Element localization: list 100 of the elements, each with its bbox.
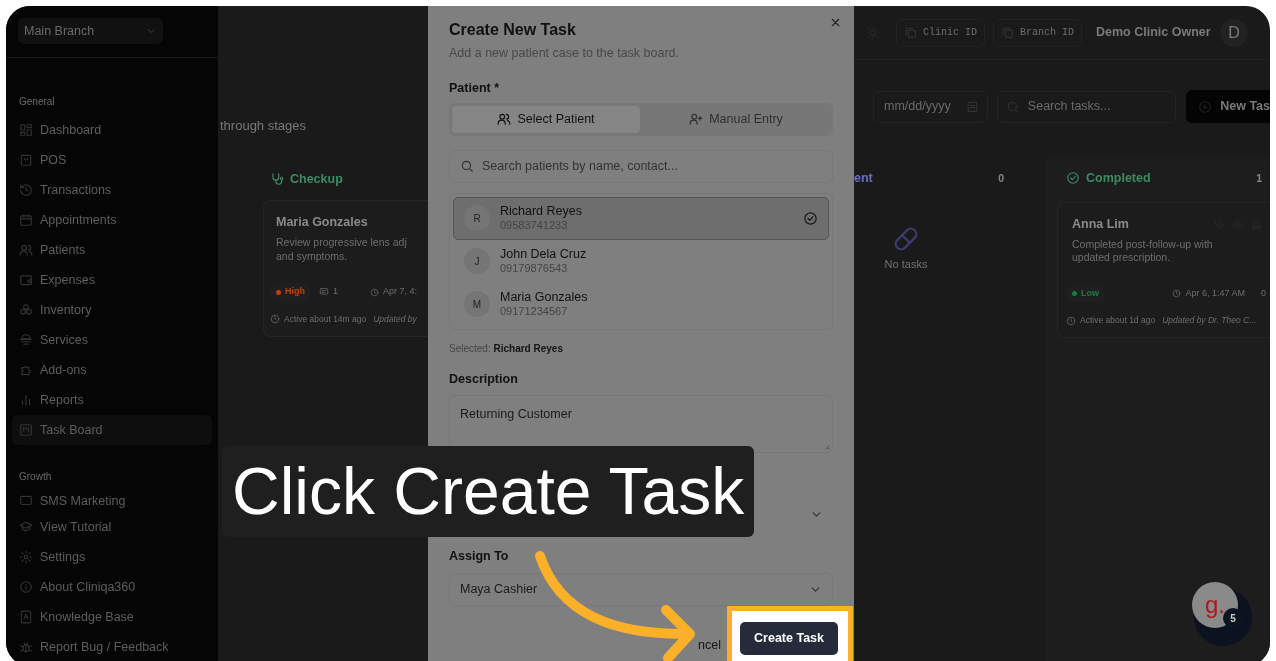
updated-by: Updated by Dr. Theo C... [1162,314,1257,328]
calendar-icon [19,213,33,227]
close-button[interactable] [829,16,842,29]
dialog-title: Create New Task [449,20,577,40]
tutorial-caption: Click Create Task [222,446,755,537]
avatar-initial: J [464,248,490,274]
section-heading: Growth [18,470,53,484]
comment-count: 1 [333,285,338,299]
clock-icon [1172,289,1182,299]
graduation-cap-icon [19,520,33,534]
field-label: Patient * [449,79,500,97]
sidebar-item[interactable]: Knowledge Base [6,602,212,632]
copy-icon [904,26,917,39]
priority-label: Low [1081,286,1099,300]
activity-text: Active about 1d ago [1080,314,1156,328]
tab[interactable]: Select Patient [452,105,640,133]
page-subtitle: through stages [219,117,307,135]
sidebar-item[interactable]: Transactions [6,175,212,205]
patient-option[interactable]: M Maria Gonzales 09171234567 [453,282,829,326]
task-description: and symptoms. [276,249,349,264]
section-heading: General [18,95,56,109]
patient-name: Anna Lim [1072,215,1129,233]
clock-icon [270,314,280,325]
updated-by: Updated by [373,312,417,326]
task-card[interactable]: Anna Lim Completed post-follow-up with updated prescription. Low Apr 6, 1:47 AM 0 Active about 1d ago Updated by Dr. Theo C... [1057,201,1270,339]
due-date: Apr 6, 1:47 AM [1185,286,1245,300]
sidebar-item[interactable]: SMS Marketing [6,490,212,512]
sidebar-item[interactable]: Services [6,325,212,355]
stethoscope-icon [270,171,284,186]
comment-icon [319,287,329,298]
check-circle-icon [1066,171,1080,186]
branch-select[interactable]: Main Branch [18,18,163,44]
users-icon [19,243,33,257]
patient-name: John Dela Cruz [500,246,587,262]
clinic-id-button[interactable]: Clinic ID [896,18,985,47]
patient-search-field[interactable]: Search patients by name, contact... [449,149,833,183]
sidebar-item[interactable]: Dashboard [6,115,212,145]
task-description: Completed post-follow-up with [1072,237,1214,252]
user-plus-icon [689,112,704,126]
sidebar-item[interactable]: Expenses [6,265,212,295]
patient-option[interactable]: J John Dela Cruz 09179876543 [453,239,829,283]
branch-id-button[interactable]: Branch ID [993,18,1083,47]
bag-icon [19,153,33,167]
sidebar-item[interactable]: About Cliniqa360 [6,572,212,602]
cancel-button[interactable]: ncel [698,636,722,655]
column-title: Checkup [290,170,343,188]
wallet-icon [19,273,33,287]
sidebar-item[interactable]: Inventory [6,295,212,325]
sidebar-item[interactable]: POS [6,145,212,175]
sidebar-item[interactable]: Task Board [12,415,212,445]
tab[interactable]: Manual Entry [642,105,830,133]
user-avatar[interactable]: D [1220,18,1248,47]
board-icon [19,423,33,437]
create-task-button[interactable]: Create Task [740,622,838,655]
bar-chart-icon [19,393,33,407]
users-icon [497,112,512,126]
task-count: 1 [1256,170,1262,186]
avatar-initial: M [464,291,490,317]
field-label: Description [449,370,519,388]
sidebar-item[interactable]: Report Bug / Feedback [6,632,212,661]
column-title: Completed [1086,170,1151,187]
sidebar-item[interactable]: Settings [6,542,212,572]
book-icon [19,610,33,624]
patient-name: Maria Gonzales [276,214,368,232]
due-date: Apr 7, 4: [383,285,418,299]
assignee-select[interactable]: Maya Cashier [449,573,833,606]
user-name: Demo Clinic Owner [1096,24,1211,42]
task-description: Review progressive lens adj [276,236,408,250]
sidebar-item[interactable]: Patients [6,235,212,265]
sidebar-item[interactable]: Reports [6,385,212,415]
search-icon [460,159,474,173]
task-card[interactable]: Maria Gonzales Review progressive lens adj and symptoms. High 1 Apr 7, 4: Active about 14m ago Updated by [263,200,428,337]
sidebar-item[interactable]: Add-ons [6,355,212,385]
check-circle-icon [803,210,818,226]
avatar-initial: R [464,205,490,231]
task-description: updated prescription. [1072,251,1172,265]
sidebar-item[interactable]: View Tutorial [6,512,212,542]
field-label: Assign To [449,548,510,566]
date-field[interactable]: mm/dd/yyyy [873,90,988,123]
task-search-field[interactable]: Search tasks... [996,90,1177,123]
comment-count: 0 [1261,286,1266,300]
plus-circle-icon [1198,99,1213,114]
calendar-icon [965,100,979,113]
clock-icon [1066,315,1076,326]
new-task-button[interactable]: New Tas [1186,90,1270,123]
history-icon [19,183,33,197]
pill-icon [893,225,919,252]
puzzle-icon [19,363,33,377]
clock-icon [370,287,379,297]
phone-number: 09171234567 [500,304,569,319]
phone-number: 09179876543 [500,261,569,276]
bug-icon [19,640,33,654]
priority-label: High [285,285,305,299]
grid-icon [19,123,33,137]
selected-patient-text: Selected: Richard Reyes [449,341,564,356]
info-icon [19,580,33,594]
dish-icon [19,333,33,347]
close-icon [829,16,842,29]
sidebar-item[interactable]: Appointments [6,205,212,235]
empty-state-text: No tasks [884,256,928,272]
